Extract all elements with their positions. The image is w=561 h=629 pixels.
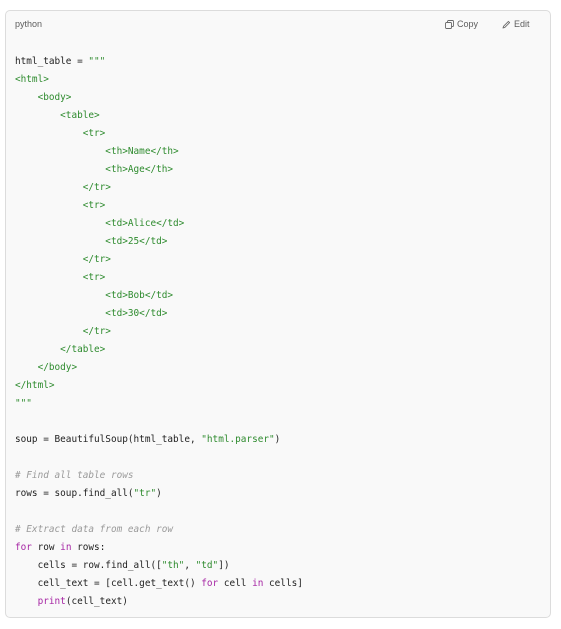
code-line: <td>Alice</td> [15,215,303,233]
code-line: # Find all table rows [15,467,303,485]
code-token: # Extract data from each row [15,524,174,535]
code-token: "td" [195,560,219,571]
code-token: print [37,596,66,607]
code-token: , [184,560,196,571]
code-block: python Copy Edit html_table = """ <html> … [5,10,551,618]
code-token: cell_text = [cell.get_text() [15,578,202,589]
code-token: <td>30</td> [15,308,168,319]
code-token: "th" [161,560,185,571]
code-token: for [15,542,32,553]
code-token: </body> [15,362,78,373]
code-token: <th>Age</th> [15,164,174,175]
copy-button[interactable]: Copy [445,19,478,29]
code-line: <td>30</td> [15,305,303,323]
code-token: </table> [15,344,106,355]
code-line: </tr> [15,179,303,197]
language-label: python [15,19,43,29]
code-token: """ [88,56,106,67]
code-content: html_table = """ <html> <body> <table> <t… [15,53,303,611]
code-block-header: python Copy Edit [6,11,550,39]
copy-label: Copy [457,19,479,29]
code-line: </tr> [15,251,303,269]
code-line: <td>25</td> [15,233,303,251]
code-token: in [60,542,72,553]
edit-label: Edit [514,19,530,29]
code-token: <td>25</td> [15,236,168,247]
code-line: soup = BeautifulSoup(html_table, "html.p… [15,431,303,449]
code-token: """ [15,398,32,409]
code-token: <th>Name</th> [15,146,179,157]
code-token: <tr> [15,272,106,283]
code-line: cell_text = [cell.get_text() for cell in… [15,575,303,593]
code-line: </tr> [15,323,303,341]
code-line: <table> [15,107,303,125]
code-token: "html.parser" [201,434,275,445]
code-line: <th>Name</th> [15,143,303,161]
code-token: soup = BeautifulSoup(html_table, [15,434,202,445]
code-token: <html> [15,74,49,85]
code-token: <body> [15,92,72,103]
code-token: <td>Bob</td> [15,290,174,301]
code-line: """ [15,395,303,413]
code-line: <tr> [15,125,303,143]
code-token: </tr> [15,326,111,337]
code-token: </html> [15,380,55,391]
copy-icon [445,19,454,29]
code-token: html_table = [15,56,89,67]
code-line: rows = soup.find_all("tr") [15,485,303,503]
code-line: print(cell_text) [15,593,303,611]
code-token: rows = soup.find_all( [15,488,134,499]
edit-icon [502,20,511,29]
code-line: html_table = """ [15,53,303,71]
code-token: in [252,578,264,589]
code-line: </table> [15,341,303,359]
code-token: cells] [263,578,303,589]
code-line: <tr> [15,197,303,215]
code-token: "tr" [133,488,157,499]
code-line: cells = row.find_all(["th", "td"]) [15,557,303,575]
code-token: # Find all table rows [15,470,134,481]
code-token: row [31,542,61,553]
code-token: for [201,578,219,589]
code-line: <html> [15,71,303,89]
code-token: </tr> [15,254,111,265]
code-token: ) [156,488,162,499]
code-line: # Extract data from each row [15,521,303,539]
code-token: ) [274,434,281,445]
code-line: <td>Bob</td> [15,287,303,305]
code-token: <tr> [15,200,106,211]
code-token: <table> [15,110,100,121]
code-line: for row in rows: [15,539,303,557]
edit-button[interactable]: Edit [502,19,530,29]
code-line: </html> [15,377,303,395]
code-line: <body> [15,89,303,107]
code-token: cell [218,578,253,589]
code-line: <th>Age</th> [15,161,303,179]
code-line: <tr> [15,269,303,287]
code-token: (cell_text) [65,596,128,607]
code-token: <tr> [15,128,106,139]
code-token: </tr> [15,182,111,193]
code-line: </body> [15,359,303,377]
code-token: ]) [218,560,230,571]
code-token: cells = row.find_all([ [15,560,162,571]
code-token: <td>Alice</td> [15,218,185,229]
code-token: rows: [71,542,106,553]
